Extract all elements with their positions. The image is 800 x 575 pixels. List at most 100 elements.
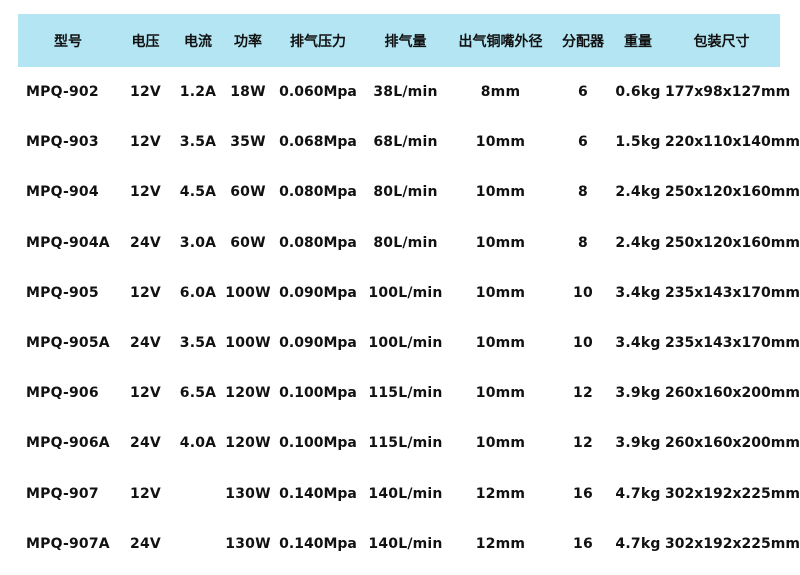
cell-manifold: 16 — [573, 485, 593, 502]
cell-nozzle: 10mm — [475, 435, 526, 452]
cell-current: 4.0A — [179, 435, 217, 452]
cell-nozzle: 12mm — [475, 485, 526, 502]
cell-current — [173, 519, 223, 569]
cell-weight: 2.4kg — [615, 184, 661, 201]
cell-model: MPQ-907 — [26, 485, 99, 502]
cell-power: 18W — [230, 84, 266, 101]
cell-model: MPQ-905 — [26, 284, 99, 301]
header-nozzle-diameter: 出气铜嘴外径 — [448, 14, 553, 67]
cell-pressure: 0.080Mpa — [279, 234, 357, 251]
cell-nozzle: 10mm — [475, 134, 526, 151]
cell-pressure: 0.080Mpa — [279, 184, 357, 201]
cell-flow: 115L/min — [368, 385, 443, 402]
cell-current: 3.5A — [179, 134, 217, 151]
cell-nozzle: 8mm — [480, 84, 521, 101]
cell-pressure: 0.140Mpa — [279, 535, 357, 552]
header-current: 电流 — [173, 14, 223, 67]
table-row: MPQ-902 12V 1.2A 18W 0.060Mpa 38L/min 8mm 6 0.6k… — [18, 67, 791, 117]
cell-size: 177x98x127mm — [665, 84, 791, 101]
header-model: 型号 — [18, 14, 118, 67]
cell-voltage: 24V — [130, 335, 161, 352]
cell-voltage: 24V — [130, 234, 161, 251]
cell-voltage: 12V — [130, 485, 161, 502]
cell-size: 250x120x160mm — [665, 234, 800, 251]
cell-current: 3.5A — [179, 335, 217, 352]
cell-nozzle: 12mm — [475, 535, 526, 552]
cell-nozzle: 10mm — [475, 184, 526, 201]
cell-flow: 115L/min — [368, 435, 443, 452]
header-power: 功率 — [223, 14, 273, 67]
cell-current: 6.5A — [179, 385, 217, 402]
cell-size: 260x160x200mm — [665, 435, 800, 452]
table-row: MPQ-907A 24V 130W 0.140Mpa 140L/min 12mm 16 4.7… — [18, 519, 800, 569]
cell-size: 235x143x170mm — [665, 284, 800, 301]
cell-flow: 68L/min — [373, 134, 438, 151]
header-package-size: 包装尺寸 — [663, 14, 780, 67]
cell-flow: 38L/min — [373, 84, 438, 101]
cell-voltage: 24V — [130, 435, 161, 452]
cell-manifold: 8 — [578, 234, 588, 251]
header-weight: 重量 — [613, 14, 663, 67]
cell-manifold: 8 — [578, 184, 588, 201]
table-row: MPQ-905A 24V 3.5A 100W 0.090Mpa 100L/min 10mm 1… — [18, 318, 800, 368]
cell-model: MPQ-904 — [26, 184, 99, 201]
cell-voltage: 12V — [130, 84, 161, 101]
cell-model: MPQ-902 — [26, 84, 99, 101]
cell-size: 235x143x170mm — [665, 335, 800, 352]
cell-flow: 100L/min — [368, 284, 443, 301]
cell-weight: 3.4kg — [615, 284, 661, 301]
cell-pressure: 0.140Mpa — [279, 485, 357, 502]
cell-weight: 3.4kg — [615, 335, 661, 352]
table-row: MPQ-903 12V 3.5A 35W 0.068Mpa 68L/min 10mm 6 1.5… — [18, 117, 800, 167]
cell-pressure: 0.090Mpa — [279, 335, 357, 352]
cell-model: MPQ-907A — [26, 535, 110, 552]
cell-power: 130W — [225, 485, 271, 502]
cell-flow: 140L/min — [368, 485, 443, 502]
cell-manifold: 10 — [573, 284, 593, 301]
cell-manifold: 12 — [573, 435, 593, 452]
header-voltage: 电压 — [118, 14, 173, 67]
cell-power: 60W — [230, 234, 266, 251]
cell-manifold: 6 — [578, 84, 588, 101]
cell-weight: 0.6kg — [615, 84, 661, 101]
cell-model: MPQ-906 — [26, 385, 99, 402]
cell-size: 302x192x225mm — [665, 485, 800, 502]
table-body: MPQ-902 12V 1.2A 18W 0.060Mpa 38L/min 8mm 6 0.6k… — [18, 67, 800, 569]
cell-voltage: 12V — [130, 385, 161, 402]
cell-pressure: 0.100Mpa — [279, 435, 357, 452]
cell-manifold: 16 — [573, 535, 593, 552]
table-row: MPQ-907 12V 130W 0.140Mpa 140L/min 12mm 16 4.7k… — [18, 469, 800, 519]
cell-flow: 80L/min — [373, 234, 438, 251]
cell-current: 4.5A — [179, 184, 217, 201]
cell-flow: 140L/min — [368, 535, 443, 552]
cell-current — [173, 469, 223, 519]
cell-weight: 2.4kg — [615, 234, 661, 251]
table-row: MPQ-906 12V 6.5A 120W 0.100Mpa 115L/min 10mm 12… — [18, 368, 800, 418]
cell-size: 220x110x140mm — [665, 134, 800, 151]
header-manifold: 分配器 — [553, 14, 613, 67]
table-row: MPQ-904A 24V 3.0A 60W 0.080Mpa 80L/min 10mm 8 2.… — [18, 218, 800, 268]
cell-power: 120W — [225, 385, 271, 402]
cell-nozzle: 10mm — [475, 284, 526, 301]
cell-power: 100W — [225, 284, 271, 301]
cell-pressure: 0.090Mpa — [279, 284, 357, 301]
cell-pressure: 0.100Mpa — [279, 385, 357, 402]
cell-power: 120W — [225, 435, 271, 452]
cell-nozzle: 10mm — [475, 385, 526, 402]
cell-current: 3.0A — [179, 234, 217, 251]
cell-weight: 3.9kg — [615, 435, 661, 452]
cell-power: 100W — [225, 335, 271, 352]
cell-flow: 100L/min — [368, 335, 443, 352]
cell-weight: 1.5kg — [615, 134, 661, 151]
cell-voltage: 24V — [130, 535, 161, 552]
table-row: MPQ-904 12V 4.5A 60W 0.080Mpa 80L/min 10mm 8 2.4… — [18, 167, 800, 217]
cell-voltage: 12V — [130, 184, 161, 201]
cell-size: 260x160x200mm — [665, 385, 800, 402]
cell-power: 60W — [230, 184, 266, 201]
cell-voltage: 12V — [130, 284, 161, 301]
cell-pressure: 0.060Mpa — [279, 84, 357, 101]
header-row: 型号 电压 电流 功率 排气压力 排气量 出气铜嘴外径 分配器 重量 包装尺寸 — [18, 14, 780, 67]
cell-current: 6.0A — [179, 284, 217, 301]
cell-nozzle: 10mm — [475, 335, 526, 352]
cell-model: MPQ-906A — [26, 435, 110, 452]
